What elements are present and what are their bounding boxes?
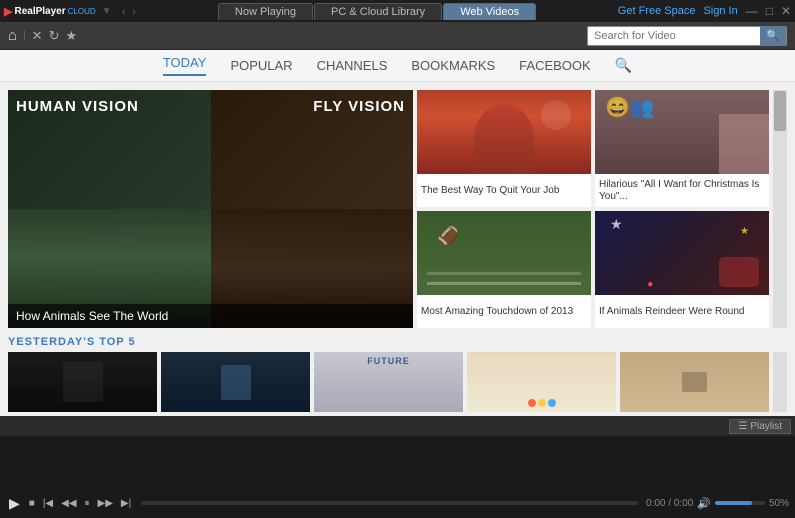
toolbar-close-icon[interactable]: ✕	[32, 28, 43, 44]
scrollbar-thumb[interactable]	[774, 91, 786, 131]
scrollbar-track-yesterday[interactable]	[773, 352, 787, 412]
player-bar: ▶ ■ |◀ ◀◀ ⏸ ▶▶ ▶| 0:00 / 0:00 🔊 50%	[0, 488, 795, 518]
logo-text: RealPlayer	[14, 6, 65, 17]
fly-vision-side: FLY VISION	[211, 90, 414, 209]
video-caption-christmas: Hilarious "All I Want for Christmas Is Y…	[595, 174, 769, 207]
time-display: 0:00 / 0:00	[646, 498, 693, 509]
title-bar: ▶ RealPlayer CLOUD ▼ ‹ › Now Playing PC …	[0, 0, 795, 22]
subnav-bookmarks[interactable]: BOOKMARKS	[411, 58, 495, 73]
yesterday-label: YESTERDAY'S TOP 5	[8, 336, 787, 348]
yesterday-thumbs: FUTURE	[8, 352, 787, 412]
progress-bar[interactable]	[141, 501, 638, 505]
toolbar-divider: |	[23, 30, 26, 41]
yesterday-thumb-1[interactable]	[8, 352, 157, 412]
volume-percent: 50%	[769, 498, 789, 509]
side-top-row: The Best Way To Quit Your Job 😄👥 Hilario…	[417, 90, 769, 207]
tab-bar: Now Playing PC & Cloud Library Web Video…	[136, 3, 618, 20]
stop-button[interactable]: ■	[27, 498, 37, 509]
home-button[interactable]: ⌂	[8, 27, 17, 44]
pause-button[interactable]: ⏸	[83, 498, 92, 509]
logo-cloud: CLOUD	[68, 7, 96, 16]
human-vision-side: HUMAN VISION	[8, 90, 211, 209]
dropdown-icon[interactable]: ▼	[102, 6, 112, 17]
get-free-space-link[interactable]: Get Free Space	[618, 5, 696, 17]
skip-forward-button[interactable]: ▶|	[119, 498, 133, 509]
title-bar-right: Get Free Space Sign In — □ ✕	[618, 4, 791, 18]
title-bar-left: ▶ RealPlayer CLOUD ▼ ‹ ›	[4, 4, 136, 19]
sign-in-link[interactable]: Sign In	[703, 5, 737, 17]
subnav-facebook[interactable]: FACEBOOK	[519, 58, 591, 73]
playlist-icon: ☰	[738, 421, 747, 432]
play-button[interactable]: ▶	[6, 495, 23, 512]
scrollbar-track[interactable]	[773, 90, 787, 328]
video-caption-quit: The Best Way To Quit Your Job	[417, 174, 591, 207]
minimize-button[interactable]: —	[746, 4, 758, 18]
video-caption-touchdown: Most Amazing Touchdown of 2013	[417, 295, 591, 328]
featured-video[interactable]: HUMAN VISION FLY VISION	[8, 90, 413, 328]
sub-nav: TODAY POPULAR CHANNELS BOOKMARKS FACEBOO…	[0, 50, 795, 82]
tab-web-videos[interactable]: Web Videos	[443, 3, 536, 20]
volume-bar[interactable]	[715, 501, 765, 505]
subnav-popular[interactable]: POPULAR	[230, 58, 292, 73]
subnav-channels[interactable]: CHANNELS	[317, 58, 388, 73]
video-thumb-christmas[interactable]: 😄👥 Hilarious "All I Want for Christmas I…	[595, 90, 769, 207]
video-thumb-quit[interactable]: The Best Way To Quit Your Job	[417, 90, 591, 207]
close-button[interactable]: ✕	[781, 4, 791, 18]
yesterday-section: YESTERDAY'S TOP 5 FUTURE	[0, 332, 795, 416]
yesterday-thumb-2[interactable]	[161, 352, 310, 412]
featured-top: HUMAN VISION FLY VISION	[8, 90, 413, 209]
main-content: HUMAN VISION FLY VISION	[0, 82, 795, 466]
skip-back-button[interactable]: |◀	[41, 498, 55, 509]
maximize-button[interactable]: □	[766, 4, 773, 18]
app-wrapper: ▶ RealPlayer CLOUD ▼ ‹ › Now Playing PC …	[0, 0, 795, 518]
volume-icon[interactable]: 🔊	[697, 497, 711, 510]
logo-icon: ▶	[4, 5, 12, 18]
playlist-label: Playlist	[750, 421, 782, 432]
frame-back-button[interactable]: ◀◀	[59, 498, 78, 509]
video-grid: HUMAN VISION FLY VISION	[0, 82, 795, 332]
search-button[interactable]: 🔍	[760, 26, 786, 46]
human-vision-text: HUMAN VISION	[16, 98, 139, 115]
playlist-button[interactable]: ☰ Playlist	[729, 419, 791, 434]
featured-caption: How Animals See The World	[8, 304, 413, 328]
tab-pc-cloud[interactable]: PC & Cloud Library	[314, 3, 442, 20]
tab-now-playing[interactable]: Now Playing	[218, 3, 313, 20]
side-bottom-row: 🏈 Most Amazing Touchdown of 2013 ★ ★ ●	[417, 211, 769, 328]
subnav-search-icon[interactable]: 🔍	[615, 57, 632, 74]
subnav-today[interactable]: TODAY	[163, 55, 207, 76]
search-input[interactable]	[588, 27, 760, 45]
logo-area: ▶ RealPlayer CLOUD	[4, 5, 96, 18]
toolbar: ⌂ | ✕ ↻ ★ 🔍	[0, 22, 795, 50]
fly-vision-text: FLY VISION	[313, 98, 405, 115]
video-thumb-touchdown[interactable]: 🏈 Most Amazing Touchdown of 2013	[417, 211, 591, 328]
yesterday-thumb-5[interactable]	[620, 352, 769, 412]
video-caption-reindeer: If Animals Reindeer Were Round	[595, 295, 769, 328]
side-videos: The Best Way To Quit Your Job 😄👥 Hilario…	[417, 90, 769, 328]
toolbar-star-icon[interactable]: ★	[65, 28, 77, 44]
search-bar: 🔍	[587, 26, 787, 46]
playlist-row: ☰ Playlist	[0, 416, 795, 436]
yesterday-thumb-4[interactable]	[467, 352, 616, 412]
yesterday-thumb-3[interactable]: FUTURE	[314, 352, 463, 412]
volume-fill	[715, 501, 753, 505]
toolbar-refresh-icon[interactable]: ↻	[49, 28, 60, 44]
back-arrow[interactable]: ‹	[122, 4, 126, 19]
video-thumb-reindeer[interactable]: ★ ★ ● If Animals Reindeer Were Round	[595, 211, 769, 328]
frame-forward-button[interactable]: ▶▶	[96, 498, 115, 509]
